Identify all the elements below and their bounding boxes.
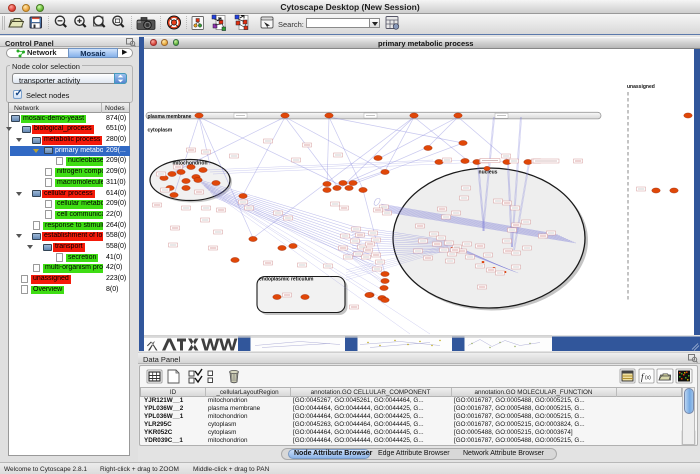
svg-text:cytoplasm: cytoplasm: [148, 128, 173, 134]
svg-text:unassigned: unassigned: [627, 84, 655, 90]
svg-text:(x): (x): [645, 375, 651, 381]
svg-text:plasma membrane: plasma membrane: [148, 114, 192, 120]
svg-text:endoplasmic reticulum: endoplasmic reticulum: [259, 277, 314, 283]
